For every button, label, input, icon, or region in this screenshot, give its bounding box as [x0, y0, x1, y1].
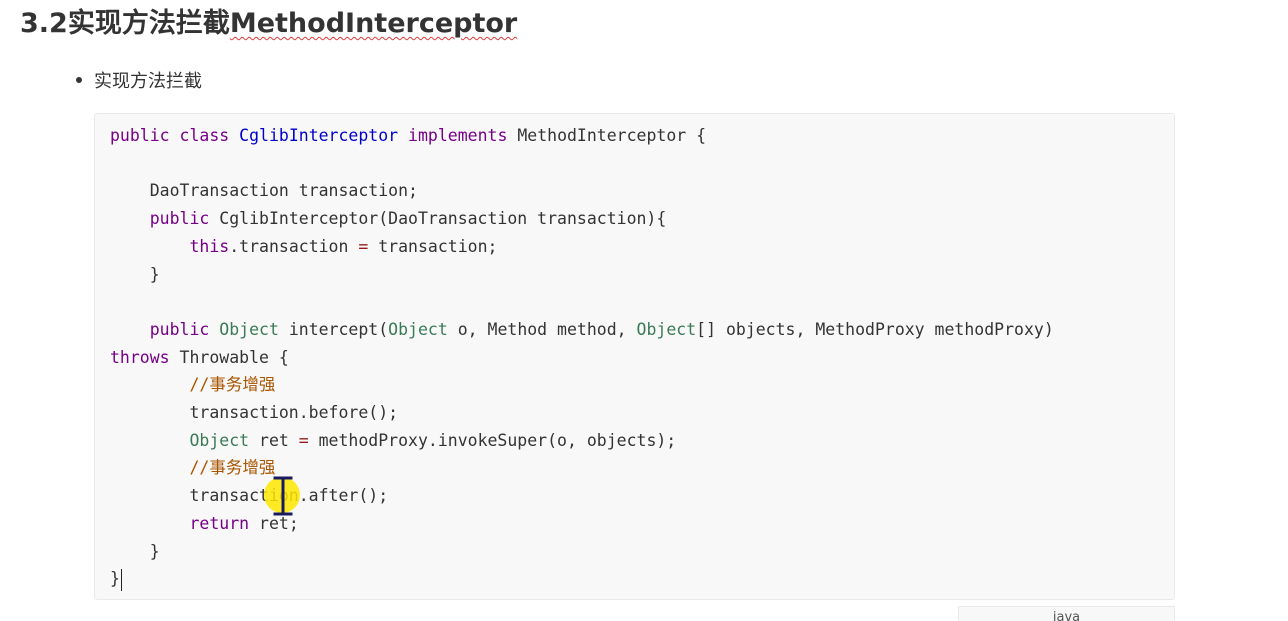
token-class: class	[179, 126, 230, 145]
bullet-list-item[interactable]: 实现方法拦截	[76, 66, 202, 94]
token-throws: throws	[110, 347, 170, 367]
text-caret	[120, 568, 122, 591]
token-public: public	[110, 209, 210, 229]
code-line-1[interactable]: public class CglibInterceptor implements…	[110, 126, 706, 145]
code-line-9[interactable]: throws Throwable {	[110, 348, 289, 367]
token-return-type: Object	[219, 319, 279, 339]
token-throwable: Throwable {	[169, 347, 289, 367]
section-heading: 3.2实现方法拦截MethodInterceptor	[20, 4, 517, 44]
token-params-mid: o, Method method,	[447, 319, 637, 339]
code-line-15[interactable]: return ret;	[110, 513, 299, 533]
bullet-dot-icon	[76, 77, 82, 83]
code-line-13[interactable]: //事务增强	[110, 458, 275, 477]
code-line-5[interactable]: this.transaction = transaction;	[110, 237, 497, 256]
code-line-10[interactable]: //事务增强	[110, 375, 275, 394]
token-implements: implements	[408, 126, 508, 145]
heading-number: 3.2	[20, 8, 68, 39]
token-equals: =	[358, 236, 369, 256]
token-constructor-rest: CglibInterceptor(DaoTransaction transact…	[209, 209, 667, 229]
ibeam-cursor-icon	[273, 476, 293, 516]
token-local-rhs: methodProxy.invokeSuper(o, objects);	[308, 430, 677, 450]
code-line-8[interactable]: public Object intercept(Object o, Method…	[110, 320, 1054, 339]
token-equals: =	[298, 430, 309, 450]
code-line-6[interactable]: }	[110, 265, 160, 284]
code-content[interactable]: public class CglibInterceptor implements…	[110, 122, 1054, 593]
token-param-type-3: Object	[636, 319, 697, 339]
code-block[interactable]: public class CglibInterceptor implements…	[94, 113, 1175, 600]
token-this: this	[110, 236, 230, 256]
code-line-16[interactable]: }	[110, 542, 160, 561]
token-return: return	[110, 513, 250, 533]
code-line-14[interactable]: transaction.after();	[110, 486, 388, 505]
token-return-value: ret;	[249, 513, 299, 533]
code-line-17[interactable]: }	[110, 569, 120, 588]
token-param-type-1: Object	[388, 319, 448, 339]
token-assign-lhs: .transaction	[229, 236, 359, 256]
code-line-11[interactable]: transaction.before();	[110, 403, 398, 422]
token-params-end: [] objects, MethodProxy methodProxy)	[696, 319, 1054, 339]
token-class-name: CglibInterceptor	[239, 126, 399, 145]
code-language-selector[interactable]: java	[958, 606, 1175, 621]
heading-english-misspelled[interactable]: MethodInterceptor	[230, 8, 517, 39]
heading-chinese: 实现方法拦截	[67, 8, 230, 39]
bullet-text: 实现方法拦截	[94, 71, 202, 92]
token-public: public	[110, 126, 170, 145]
code-line-12[interactable]: Object ret = methodProxy.invokeSuper(o, …	[110, 431, 676, 450]
code-line-3[interactable]: DaoTransaction transaction;	[110, 181, 418, 200]
token-interface-name: MethodInterceptor {	[517, 126, 707, 145]
token-public: public	[110, 319, 210, 339]
token-local-type: Object	[110, 430, 250, 450]
code-line-4[interactable]: public CglibInterceptor(DaoTransaction t…	[110, 209, 667, 229]
token-method-name: intercept(	[278, 319, 389, 339]
token-assign-rhs: transaction;	[368, 236, 498, 256]
token-local-lhs: ret	[249, 430, 299, 450]
